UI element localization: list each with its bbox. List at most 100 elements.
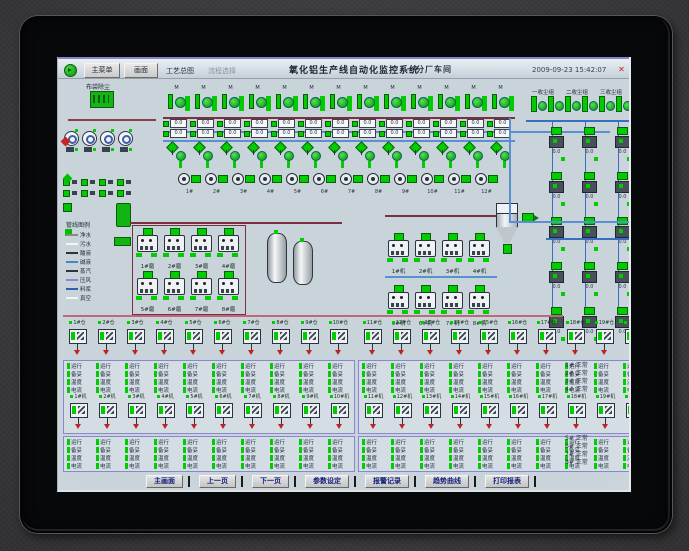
dust-valve-icon[interactable] — [79, 177, 97, 188]
valve-assembly[interactable] — [244, 141, 271, 168]
menu-button[interactable]: 主菜单 — [84, 63, 120, 78]
blower-unit[interactable]: M — [190, 85, 217, 113]
valve-assembly[interactable] — [190, 141, 217, 168]
nav-button[interactable]: 主画面 — [146, 475, 183, 488]
pump-valve-assembly[interactable]: 0.0 — [607, 125, 629, 170]
dust-fan[interactable] — [117, 129, 135, 153]
flow-readout[interactable]: 0.0 — [433, 129, 460, 138]
status-block[interactable]: 运行 备妥 温度 电流 — [238, 438, 267, 470]
feeder-pump-unit[interactable]: 5# — [284, 169, 311, 197]
silo-unit[interactable]: 7#仓 — [237, 320, 266, 358]
vertical-vessel-icon[interactable] — [293, 238, 313, 285]
right-pump-icon[interactable] — [529, 95, 547, 113]
right-pump-icon[interactable] — [597, 95, 615, 113]
status-block[interactable]: 运行 备妥 温度 电流 — [533, 362, 562, 394]
mill-unit[interactable]: 1#磨 — [134, 228, 161, 270]
pump-valve-assembly[interactable]: 0.0 — [574, 260, 605, 305]
flow-readout[interactable]: 0.0 — [298, 119, 325, 128]
status-block[interactable]: 运行 备妥 温度 电流 — [296, 438, 325, 470]
status-block[interactable]: 运行 备妥 温度 电流 — [151, 362, 180, 394]
status-block[interactable]: 运行 备妥 温度 电流 — [209, 362, 238, 394]
dust-valve-icon[interactable] — [115, 177, 133, 188]
feeder-pump-unit[interactable]: 12# — [473, 169, 500, 197]
right-pump-icon[interactable] — [563, 95, 581, 113]
silo-unit[interactable]: 12#仓 — [387, 320, 416, 358]
flow-readout[interactable]: 0.0 — [217, 119, 244, 128]
blower-unit[interactable]: M — [244, 85, 271, 113]
valve-assembly[interactable] — [271, 141, 298, 168]
nav-button[interactable]: 报警记录 — [365, 475, 409, 488]
mill-unit[interactable]: 3#磨 — [188, 228, 215, 270]
status-block[interactable]: 运行 备妥 温度 电流 — [446, 438, 475, 470]
valve-assembly[interactable] — [460, 141, 487, 168]
flow-readout[interactable]: 0.0 — [352, 129, 379, 138]
silo-unit[interactable]: 11#仓 — [358, 320, 387, 358]
pump-valve-assembly[interactable]: 0.0 — [574, 125, 605, 170]
machine-unit[interactable]: 3#机 — [122, 394, 151, 432]
right-pump-icon[interactable] — [546, 95, 564, 113]
machine-unit[interactable]: 13#机 — [417, 394, 446, 432]
silo-unit[interactable]: 5#仓 — [179, 320, 208, 358]
status-block[interactable]: 运行 备妥 温度 电流 — [93, 438, 122, 470]
machine-unit[interactable]: 12#机 — [388, 394, 417, 432]
status-block[interactable]: 运行 备妥 温度 电流 — [359, 438, 388, 470]
nav-button[interactable]: 上一页 — [199, 475, 236, 488]
nav-button[interactable]: 下一页 — [252, 475, 289, 488]
silo-unit[interactable]: 2#仓 — [92, 320, 121, 358]
valve-assembly[interactable] — [163, 141, 190, 168]
valve-assembly[interactable] — [406, 141, 433, 168]
flow-readout[interactable]: 0.0 — [406, 119, 433, 128]
flow-readout[interactable]: 0.0 — [217, 129, 244, 138]
silo-unit[interactable]: 4#仓 — [150, 320, 179, 358]
flow-readout[interactable]: 0.0 — [244, 119, 271, 128]
silo-unit[interactable]: 14#仓 — [445, 320, 474, 358]
flow-readout[interactable]: 0.0 — [352, 119, 379, 128]
blower-unit[interactable]: M — [325, 85, 352, 113]
silo-unit[interactable]: 9#仓 — [295, 320, 324, 358]
blower-unit[interactable]: M — [433, 85, 460, 113]
mill-unit[interactable]: 6#磨 — [161, 271, 188, 313]
silo-unit[interactable]: 6#仓 — [208, 320, 237, 358]
silo-unit[interactable]: 18#仓 — [561, 320, 590, 358]
machine-unit[interactable]: 2#机 — [93, 394, 122, 432]
silo-unit[interactable]: 15#仓 — [474, 320, 503, 358]
feeder-pump-unit[interactable]: 9# — [392, 169, 419, 197]
machine-unit[interactable]: 20#机 — [620, 394, 629, 432]
dust-valve-icon[interactable] — [79, 188, 97, 199]
silo-unit[interactable]: 3#仓 — [121, 320, 150, 358]
status-block[interactable]: 运行 备妥 温度 电流 — [151, 438, 180, 470]
feeder-pump-unit[interactable]: 7# — [338, 169, 365, 197]
status-block[interactable]: 运行 备妥 温度 电流 — [209, 438, 238, 470]
status-block[interactable]: 运行 备妥 温度 电流 — [417, 362, 446, 394]
machine-unit[interactable]: 15#机 — [475, 394, 504, 432]
flow-readout[interactable]: 0.0 — [433, 119, 460, 128]
valve-assembly[interactable] — [325, 141, 352, 168]
status-block[interactable]: 运行 备妥 温度 电流 — [267, 362, 296, 394]
silo-unit[interactable]: 13#仓 — [416, 320, 445, 358]
mill-unit[interactable]: 2#磨 — [161, 228, 188, 270]
flow-readout[interactable]: 0.0 — [244, 129, 271, 138]
status-block[interactable]: 运行 备妥 温度 电流 — [122, 362, 151, 394]
silo-unit[interactable]: 16#仓 — [503, 320, 532, 358]
flow-readout[interactable]: 0.0 — [271, 119, 298, 128]
mill-unit[interactable]: 7#磨 — [188, 271, 215, 313]
machine-unit[interactable]: 5#机 — [180, 394, 209, 432]
mill-unit[interactable]: 4#磨 — [215, 228, 242, 270]
blower-unit[interactable]: M — [487, 85, 514, 113]
flow-readout[interactable]: 0.0 — [271, 129, 298, 138]
nav-button[interactable]: 趋势曲线 — [425, 475, 469, 488]
pump-valve-assembly[interactable]: 0.0 — [574, 170, 605, 215]
status-block[interactable]: 运行 备妥 温度 电流 — [325, 438, 354, 470]
feeder-pump-unit[interactable]: 4# — [257, 169, 284, 197]
app-logo-icon[interactable] — [64, 64, 77, 77]
right-pump-icon[interactable] — [580, 95, 598, 113]
flow-readout[interactable]: 0.0 — [163, 129, 190, 138]
status-block[interactable]: 运行 备妥 温度 电流 — [446, 362, 475, 394]
status-block[interactable]: 运行 备妥 温度 电流 — [267, 438, 296, 470]
mill-unit[interactable]: 4#机 — [466, 233, 493, 275]
nav-button[interactable]: 打印报表 — [485, 475, 529, 488]
valve-assembly[interactable] — [217, 141, 244, 168]
blower-unit[interactable]: M — [352, 85, 379, 113]
status-block[interactable]: 运行 备妥 温度 电流 — [180, 438, 209, 470]
feeder-pump-unit[interactable]: 10# — [419, 169, 446, 197]
